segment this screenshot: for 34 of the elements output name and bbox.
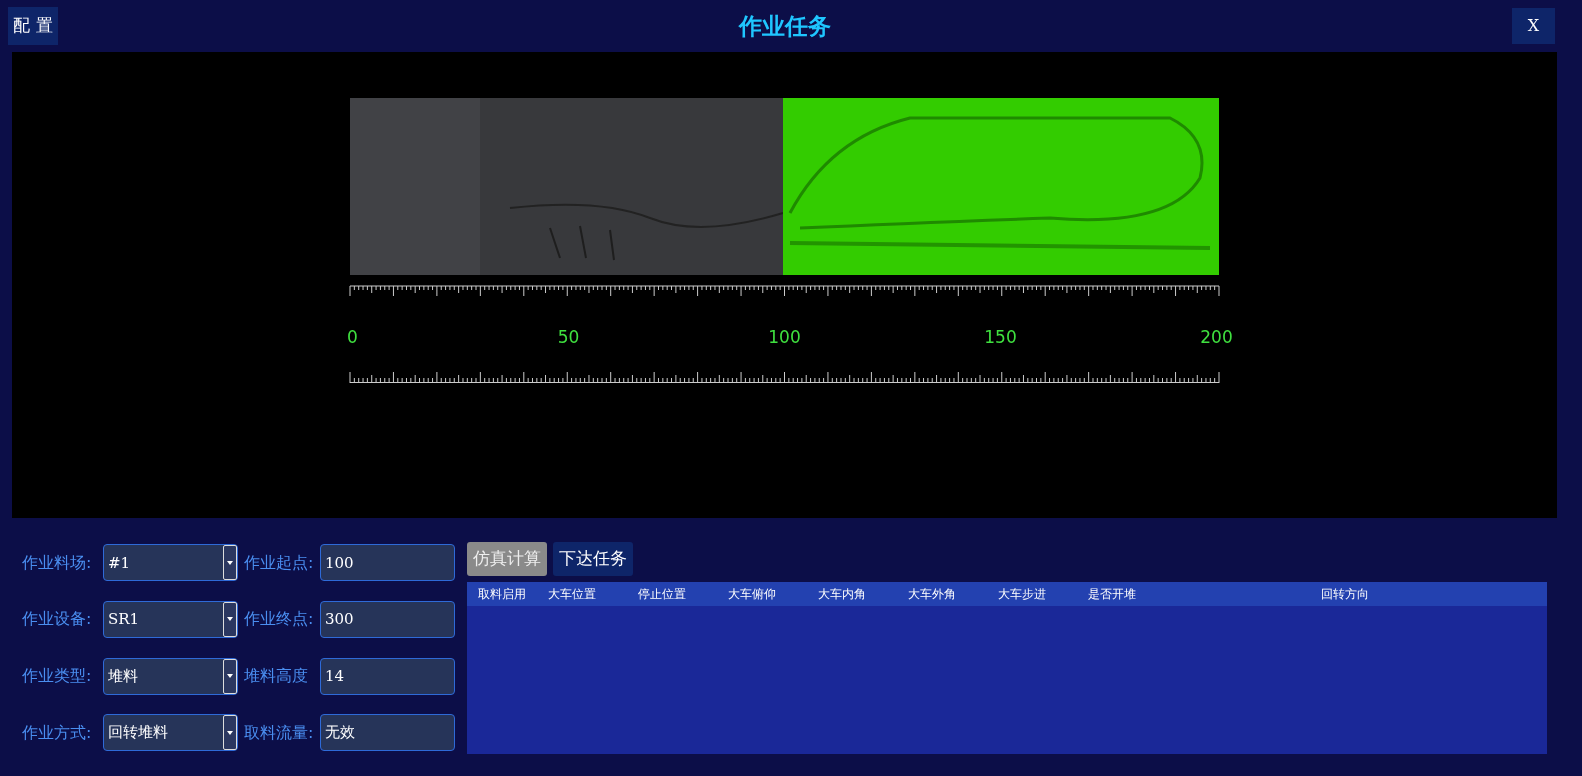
column-header: 取料启用 [477, 585, 527, 603]
field-label: 作业设备: [22, 608, 93, 631]
config-button[interactable]: 配 置 [8, 7, 58, 45]
input-field[interactable]: 14 [320, 657, 455, 695]
column-header: 是否开堆 [1088, 585, 1137, 603]
dropdown-field[interactable]: 堆料 [103, 657, 238, 695]
column-header: 停止位置 [638, 585, 687, 603]
action-button[interactable]: 下达任务 [553, 542, 633, 576]
input-field[interactable]: 无效 [320, 714, 455, 752]
input-field[interactable]: 100 [320, 544, 455, 582]
scale-label: 150 [983, 326, 1018, 349]
field-label: 作业终点: [244, 608, 315, 631]
scale-label: 50 [556, 326, 581, 349]
dropdown-field[interactable]: #1 [103, 544, 238, 582]
field-label: 作业起点: [244, 551, 315, 574]
field-label: 作业方式: [22, 721, 93, 744]
scale-label: 0 [346, 326, 359, 349]
column-header: 大车外角 [908, 585, 957, 603]
input-field[interactable]: 300 [320, 600, 455, 638]
field-label: 堆料高度 [244, 665, 309, 688]
column-header: 大车步进 [998, 585, 1047, 603]
column-header: 大车俯仰 [728, 585, 777, 603]
close-button[interactable]: X [1512, 8, 1555, 44]
column-header: 回转方向 [1321, 585, 1370, 603]
window-title: 作业任务 [739, 11, 831, 41]
field-label: 作业料场: [22, 551, 93, 574]
dropdown-field[interactable]: SR1 [103, 600, 238, 638]
column-header: 大车内角 [818, 585, 867, 603]
scale-label: 100 [767, 326, 802, 349]
field-label: 作业类型: [22, 665, 93, 688]
field-label: 取料流量: [244, 721, 315, 744]
column-header: 大车位置 [548, 585, 597, 603]
scale-label: 200 [1199, 326, 1234, 349]
dropdown-field[interactable]: 回转堆料 [103, 714, 238, 752]
